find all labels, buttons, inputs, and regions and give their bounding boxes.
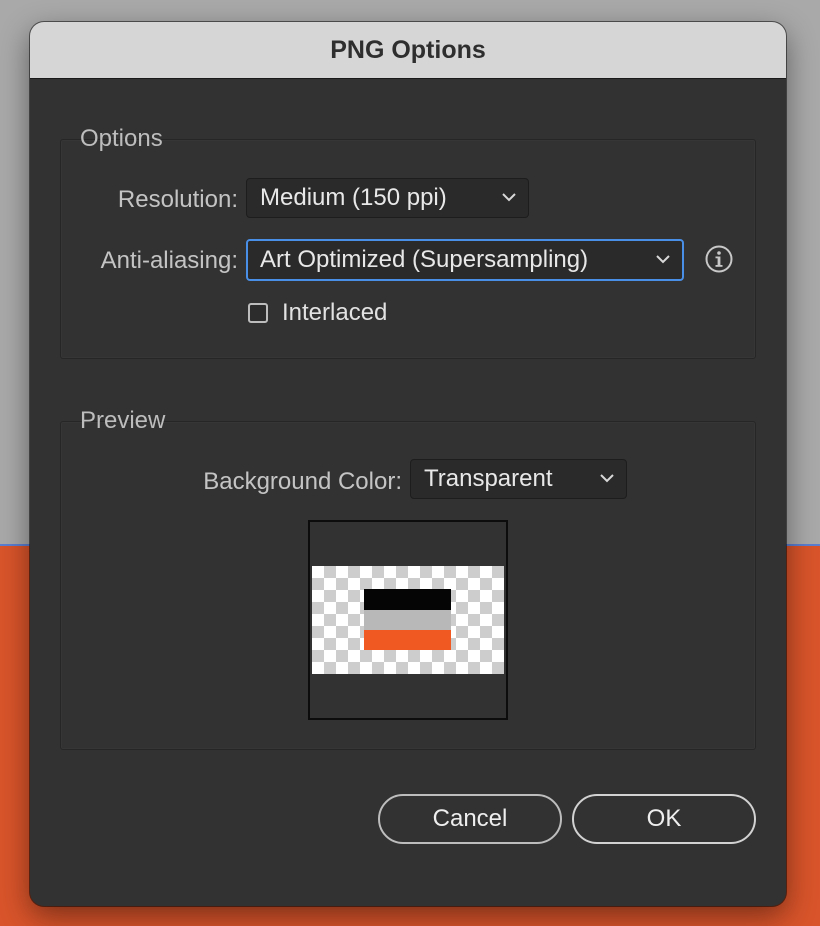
resolution-select-value: Medium (150 ppi) — [260, 184, 447, 211]
dialog-titlebar[interactable]: PNG Options — [30, 22, 786, 79]
cancel-button[interactable]: Cancel — [378, 794, 562, 844]
info-circle-icon[interactable] — [704, 244, 734, 274]
ok-button[interactable]: OK — [572, 794, 756, 844]
resolution-select[interactable]: Medium (150 ppi) — [246, 178, 529, 218]
background-color-select-value: Transparent — [424, 465, 553, 492]
background-color-label: Background Color: — [203, 468, 402, 495]
preview-stripe-orange — [364, 630, 451, 650]
dialog-title: PNG Options — [330, 35, 486, 64]
anti-aliasing-select[interactable]: Art Optimized (Supersampling) — [246, 239, 684, 281]
interlaced-checkbox[interactable] — [248, 303, 268, 323]
preview-thumbnail — [312, 566, 504, 674]
png-options-dialog: PNG Options Options Resolution: Medium (… — [30, 22, 786, 906]
interlaced-label[interactable]: Interlaced — [282, 299, 387, 327]
anti-aliasing-label: Anti-aliasing: — [100, 247, 238, 274]
options-group-legend: Options — [80, 125, 163, 152]
background-color-select[interactable]: Transparent — [410, 459, 627, 499]
chevron-down-icon — [502, 193, 516, 202]
preview-stripe-gray — [364, 610, 451, 630]
resolution-label: Resolution: — [117, 186, 238, 213]
chevron-down-icon — [656, 255, 670, 264]
anti-aliasing-select-value: Art Optimized (Supersampling) — [260, 246, 589, 273]
chevron-down-icon — [600, 474, 614, 483]
preview-group-legend: Preview — [80, 407, 166, 434]
preview-thumbnail-frame — [308, 520, 508, 720]
preview-stripe-black — [364, 589, 451, 610]
